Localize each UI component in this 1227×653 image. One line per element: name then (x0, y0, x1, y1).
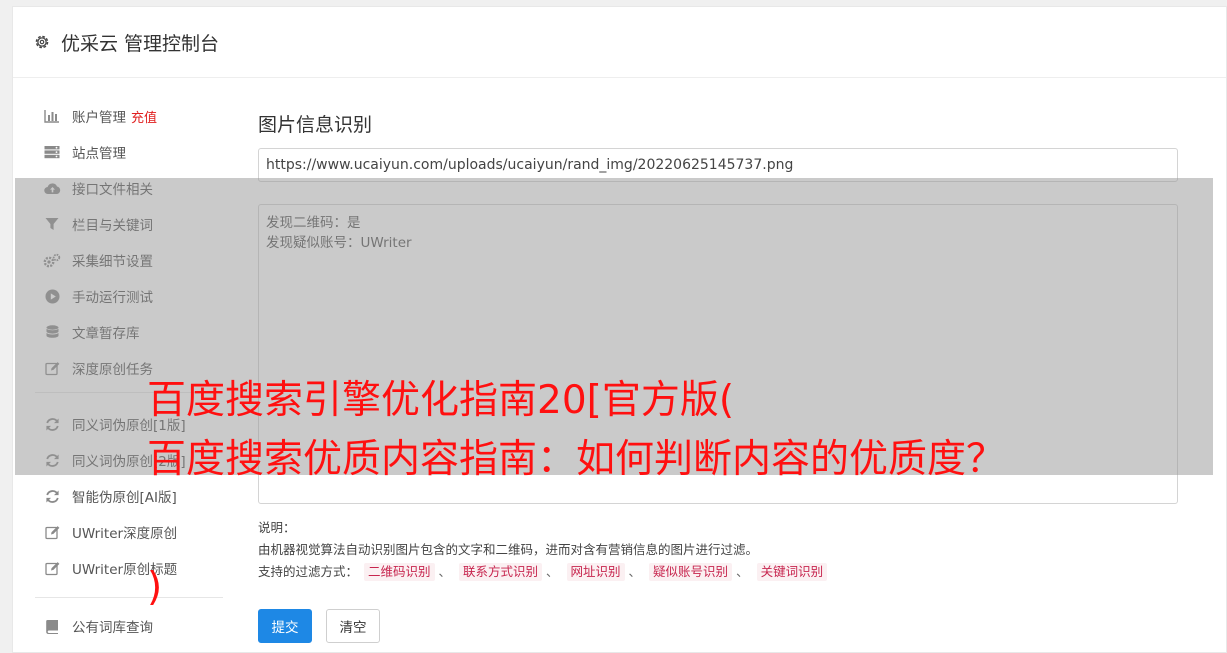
filter-tag: 疑似账号识别 (649, 563, 733, 581)
sidebar-item-label: 手动运行测试 (72, 290, 153, 306)
filter-separator: 、 (438, 564, 452, 579)
play-circle-icon (43, 287, 61, 305)
server-icon (43, 143, 61, 161)
sidebar-item-columns-keywords[interactable]: 栏目与关键词 (43, 213, 153, 235)
sidebar-item-synonym-v1[interactable]: 同义词伪原创[1版] (43, 413, 186, 435)
sidebar-item-article-storage[interactable]: 文章暂存库 (43, 321, 140, 343)
filter-icon (43, 215, 61, 233)
sidebar-item-label: 采集细节设置 (72, 254, 153, 270)
result-line: 发现疑似账号：UWriter (266, 235, 412, 251)
clear-button[interactable]: 清空 (326, 609, 380, 643)
submit-button[interactable]: 提交 (258, 609, 312, 643)
sidebar-item-uwriter-deep[interactable]: UWriter深度原创 (43, 521, 177, 543)
cloud-upload-icon (43, 179, 61, 197)
sidebar-item-label: UWriter原创标题 (72, 562, 178, 578)
sidebar-item-label: 接口文件相关 (72, 182, 153, 198)
sidebar-item-ai-rewrite[interactable]: 智能伪原创[AI版] (43, 485, 177, 507)
sidebar-item-collect-settings[interactable]: 采集细节设置 (43, 249, 153, 271)
explanation: 说明： 由机器视觉算法自动识别图片包含的文字和二维码，进而对含有营销信息的图片进… (258, 517, 829, 583)
sidebar-item-interface-files[interactable]: 接口文件相关 (43, 177, 153, 199)
refresh-icon (43, 487, 61, 505)
sidebar-item-synonym-v2[interactable]: 同义词伪原创[2版] (43, 449, 186, 471)
edit-icon (43, 359, 61, 377)
sidebar-item-label: 栏目与关键词 (72, 218, 153, 234)
result-output[interactable]: 发现二维码：是 发现疑似账号：UWriter (258, 204, 1178, 504)
filter-separator: 、 (736, 564, 749, 579)
sidebar-item-uwriter-title[interactable]: UWriter原创标题 (43, 557, 177, 579)
sidebar-item-deep-original-task[interactable]: 深度原创任务 (43, 357, 153, 379)
explain-text: 由机器视觉算法自动识别图片包含的文字和二维码，进而对含有营销信息的图片进行过滤。 (258, 542, 759, 557)
database-icon (43, 323, 61, 341)
result-line: 发现二维码：是 (266, 215, 361, 231)
filter-tag: 二维码识别 (364, 563, 435, 581)
edit-icon (43, 523, 61, 541)
sidebar-item-sites[interactable]: 站点管理 (43, 141, 126, 163)
gear-icon (35, 35, 49, 49)
sidebar-item-account[interactable]: 账户管理 充值 (43, 105, 157, 127)
sidebar-item-label: 账户管理 (72, 110, 126, 126)
sidebar-item-label: 深度原创任务 (72, 362, 153, 378)
bar-chart-icon (43, 107, 61, 125)
filter-tag: 联系方式识别 (459, 563, 543, 581)
app-title: 优采云 管理控制台 (61, 32, 220, 55)
sidebar-item-label: 站点管理 (72, 146, 126, 162)
recharge-link[interactable]: 充值 (131, 107, 157, 126)
filter-methods: 支持的过滤方式： 二维码识别、 联系方式识别、 网址识别、 疑似账号识别、 关键… (258, 561, 829, 583)
edit-icon (43, 559, 61, 577)
refresh-icon (43, 451, 61, 469)
sidebar-item-label: 文章暂存库 (72, 326, 140, 342)
sidebar-item-label: UWriter深度原创 (72, 526, 178, 542)
sidebar-item-label: 同义词伪原创[1版] (72, 418, 186, 434)
filter-separator: 、 (546, 564, 559, 579)
sidebar-item-public-lexicon[interactable]: 公有词库查询 (43, 615, 153, 637)
sidebar-item-label: 智能伪原创[AI版] (72, 490, 177, 506)
sidebar-item-label: 公有词库查询 (72, 620, 153, 636)
sidebar-divider (35, 597, 223, 598)
sidebar-divider (35, 392, 223, 393)
header: 优采云 管理控制台 (13, 7, 1226, 78)
section-title: 图片信息识别 (258, 114, 373, 136)
sidebar-item-label: 同义词伪原创[2版] (72, 454, 186, 470)
image-url-input[interactable] (258, 148, 1178, 182)
refresh-icon (43, 415, 61, 433)
filter-label: 支持的过滤方式： (258, 564, 359, 579)
filter-tag: 网址识别 (566, 563, 625, 581)
filter-tag: 关键词识别 (756, 563, 828, 581)
book-icon (43, 617, 61, 635)
filter-separator: 、 (628, 564, 642, 579)
explain-label: 说明： (258, 520, 296, 535)
sidebar-item-manual-test[interactable]: 手动运行测试 (43, 285, 153, 307)
console-card: 优采云 管理控制台 账户管理 充值 站点管理 接口文件相关 栏目与关键词 采集细… (12, 6, 1227, 653)
gears-icon (43, 251, 61, 269)
